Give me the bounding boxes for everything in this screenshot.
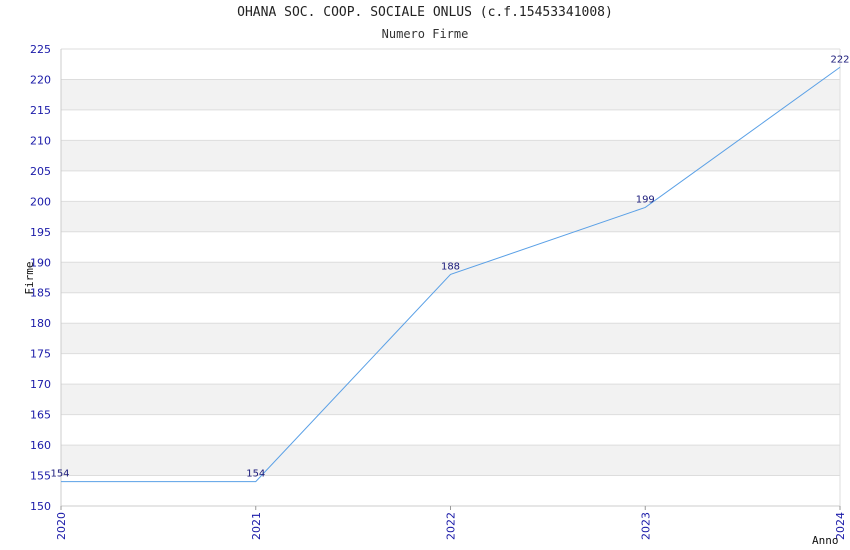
data-label: 154: [246, 469, 265, 480]
y-tick-label: 205: [30, 165, 51, 178]
y-tick-label: 195: [30, 226, 51, 239]
x-tick-label: 2021: [250, 512, 263, 540]
y-tick-label: 210: [30, 134, 51, 147]
y-tick-label: 150: [30, 500, 51, 513]
grid-band: [61, 140, 840, 171]
grid-band: [61, 79, 840, 110]
y-tick-label: 175: [30, 348, 51, 361]
y-tick-label: 180: [30, 317, 51, 330]
y-tick-label: 220: [30, 73, 51, 86]
grid-band: [61, 384, 840, 415]
y-tick-label: 170: [30, 378, 51, 391]
x-tick-labels: 2020 2021 2022 2023 2024: [55, 506, 847, 540]
x-axis-label: Anno: [812, 534, 839, 547]
data-label: 222: [830, 54, 849, 65]
grid-band: [61, 323, 840, 354]
y-axis-label: Firme: [23, 261, 36, 294]
y-tick-label: 200: [30, 195, 51, 208]
y-tick-label: 155: [30, 470, 51, 483]
y-tick-label: 225: [30, 43, 51, 56]
y-tick-label: 215: [30, 104, 51, 117]
grid-bands: [61, 79, 840, 476]
grid-band: [61, 445, 840, 476]
grid-band: [61, 201, 840, 232]
data-label: 199: [636, 194, 655, 205]
x-tick-label: 2022: [445, 512, 458, 540]
y-tick-label: 160: [30, 439, 51, 452]
x-tick-label: 2020: [55, 512, 68, 540]
data-label: 154: [50, 469, 69, 480]
x-tick-label: 2023: [639, 512, 652, 540]
y-tick-label: 165: [30, 409, 51, 422]
line-chart: 1501551601651701751801851901952002052102…: [23, 43, 850, 547]
data-label: 188: [441, 261, 460, 272]
